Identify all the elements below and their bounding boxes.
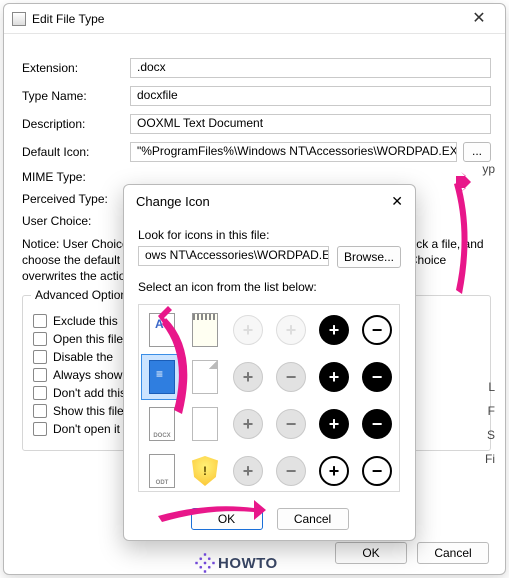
plus-ghost-icon: + <box>276 315 306 345</box>
checkbox-icon <box>33 386 47 400</box>
description-input[interactable]: OOXML Text Document <box>130 114 491 134</box>
minus-outline-icon: − <box>362 315 392 345</box>
extension-input[interactable]: .docx <box>130 58 491 78</box>
icon-option[interactable]: + <box>313 354 355 400</box>
look-for-icons-label: Look for icons in this file: <box>138 228 401 242</box>
perceivedtype-label: Perceived Type: <box>22 192 130 206</box>
icon-option[interactable]: − <box>270 448 312 492</box>
shield-warning-icon: ! <box>192 456 218 486</box>
document-blue-icon <box>149 360 175 394</box>
typename-input[interactable]: docxfile <box>130 86 491 106</box>
sliver-text: yp <box>482 162 495 176</box>
mimetype-label: MIME Type: <box>22 170 130 184</box>
minus-grey-icon: − <box>276 409 306 439</box>
minus-outline-icon: − <box>362 456 392 486</box>
watermark-logo: HOWTO <box>196 554 278 572</box>
icon-option-selected[interactable] <box>141 354 183 400</box>
plus-outline-icon: + <box>319 456 349 486</box>
browse-button[interactable]: Browse... <box>337 246 401 268</box>
plus-black-icon: + <box>319 409 349 439</box>
icon-option[interactable]: − <box>356 401 398 447</box>
document-a-icon <box>149 313 175 347</box>
checkbox-icon <box>33 404 47 418</box>
sliver-text: S <box>487 428 495 442</box>
icon-option[interactable]: ! <box>184 448 226 492</box>
notepad-icon <box>192 313 218 347</box>
checkbox-label: Don't add this <box>53 386 126 400</box>
userchoice-label: User Choice: <box>22 214 130 228</box>
checkbox-label: Disable the <box>53 350 113 364</box>
document-empty-icon <box>192 407 218 441</box>
checkbox-label: Show this file <box>53 404 124 418</box>
icon-option[interactable] <box>184 354 226 400</box>
plus-black-icon: + <box>319 362 349 392</box>
icon-option[interactable]: + <box>313 307 355 353</box>
minus-black-icon: − <box>362 409 392 439</box>
outer-cancel-button[interactable]: Cancel <box>417 542 489 564</box>
minus-grey-icon: − <box>276 456 306 486</box>
sliver-text: Fi <box>485 452 495 466</box>
minus-black-icon: − <box>362 362 392 392</box>
defaulticon-browse-button[interactable]: ... <box>463 142 491 162</box>
inner-ok-button[interactable]: OK <box>191 508 263 530</box>
icon-option[interactable] <box>184 401 226 447</box>
titlebar[interactable]: Edit File Type ✕ <box>4 4 505 34</box>
advanced-options-title: Advanced Options <box>31 288 137 302</box>
icon-option[interactable]: + <box>313 448 355 492</box>
description-label: Description: <box>22 117 130 131</box>
dialog-title: Edit File Type <box>32 12 461 26</box>
icon-grid: + + + − + − + − + − + − ! <box>138 304 400 492</box>
sliver-text: L <box>488 380 495 394</box>
inner-cancel-button[interactable]: Cancel <box>277 508 349 530</box>
icon-option[interactable] <box>141 448 183 492</box>
icon-option[interactable]: − <box>356 448 398 492</box>
defaulticon-label: Default Icon: <box>22 145 130 159</box>
icon-option[interactable] <box>141 401 183 447</box>
icon-option[interactable]: + <box>227 401 269 447</box>
icon-option[interactable]: − <box>270 401 312 447</box>
plus-grey-icon: + <box>233 409 263 439</box>
document-odt-icon <box>149 454 175 488</box>
icon-option[interactable]: − <box>356 354 398 400</box>
icon-option[interactable]: − <box>356 307 398 353</box>
icon-option[interactable] <box>184 307 226 353</box>
checkbox-label: Always show <box>53 368 122 382</box>
watermark-icon <box>192 550 217 575</box>
icon-option[interactable]: + <box>227 448 269 492</box>
change-icon-title: Change Icon <box>136 194 391 209</box>
sliver-text: F <box>488 404 495 418</box>
plus-grey-icon: + <box>233 362 263 392</box>
watermark-text: HOWTO <box>218 555 278 572</box>
outer-ok-button[interactable]: OK <box>335 542 407 564</box>
close-icon[interactable]: ✕ <box>461 10 497 28</box>
icon-option[interactable]: − <box>270 354 312 400</box>
document-docx-icon <box>149 407 175 441</box>
plus-black-icon: + <box>319 315 349 345</box>
plus-ghost-icon: + <box>233 315 263 345</box>
checkbox-label: Open this file <box>53 332 123 346</box>
close-icon[interactable]: ✕ <box>391 193 403 210</box>
plus-grey-icon: + <box>233 456 263 486</box>
icon-option[interactable]: + <box>270 307 312 353</box>
checkbox-icon <box>33 314 47 328</box>
icon-path-input[interactable]: ows NT\Accessories\WORDPAD.EXE <box>138 246 329 266</box>
icon-option[interactable]: + <box>313 401 355 447</box>
select-icon-label: Select an icon from the list below: <box>138 280 401 294</box>
typename-label: Type Name: <box>22 89 130 103</box>
icon-option[interactable]: + <box>227 307 269 353</box>
checkbox-icon <box>33 332 47 346</box>
document-blank-icon <box>192 360 218 394</box>
checkbox-label: Don't open it <box>53 422 120 436</box>
icon-option[interactable] <box>141 307 183 353</box>
change-icon-dialog: Change Icon ✕ Look for icons in this fil… <box>123 184 416 541</box>
checkbox-label: Exclude this <box>53 314 118 328</box>
checkbox-icon <box>33 350 47 364</box>
app-icon <box>12 12 26 26</box>
minus-grey-icon: − <box>276 362 306 392</box>
extension-label: Extension: <box>22 61 130 75</box>
checkbox-icon <box>33 422 47 436</box>
icon-option[interactable]: + <box>227 354 269 400</box>
defaulticon-input[interactable]: "%ProgramFiles%\Windows NT\Accessories\W… <box>130 142 457 162</box>
checkbox-icon <box>33 368 47 382</box>
